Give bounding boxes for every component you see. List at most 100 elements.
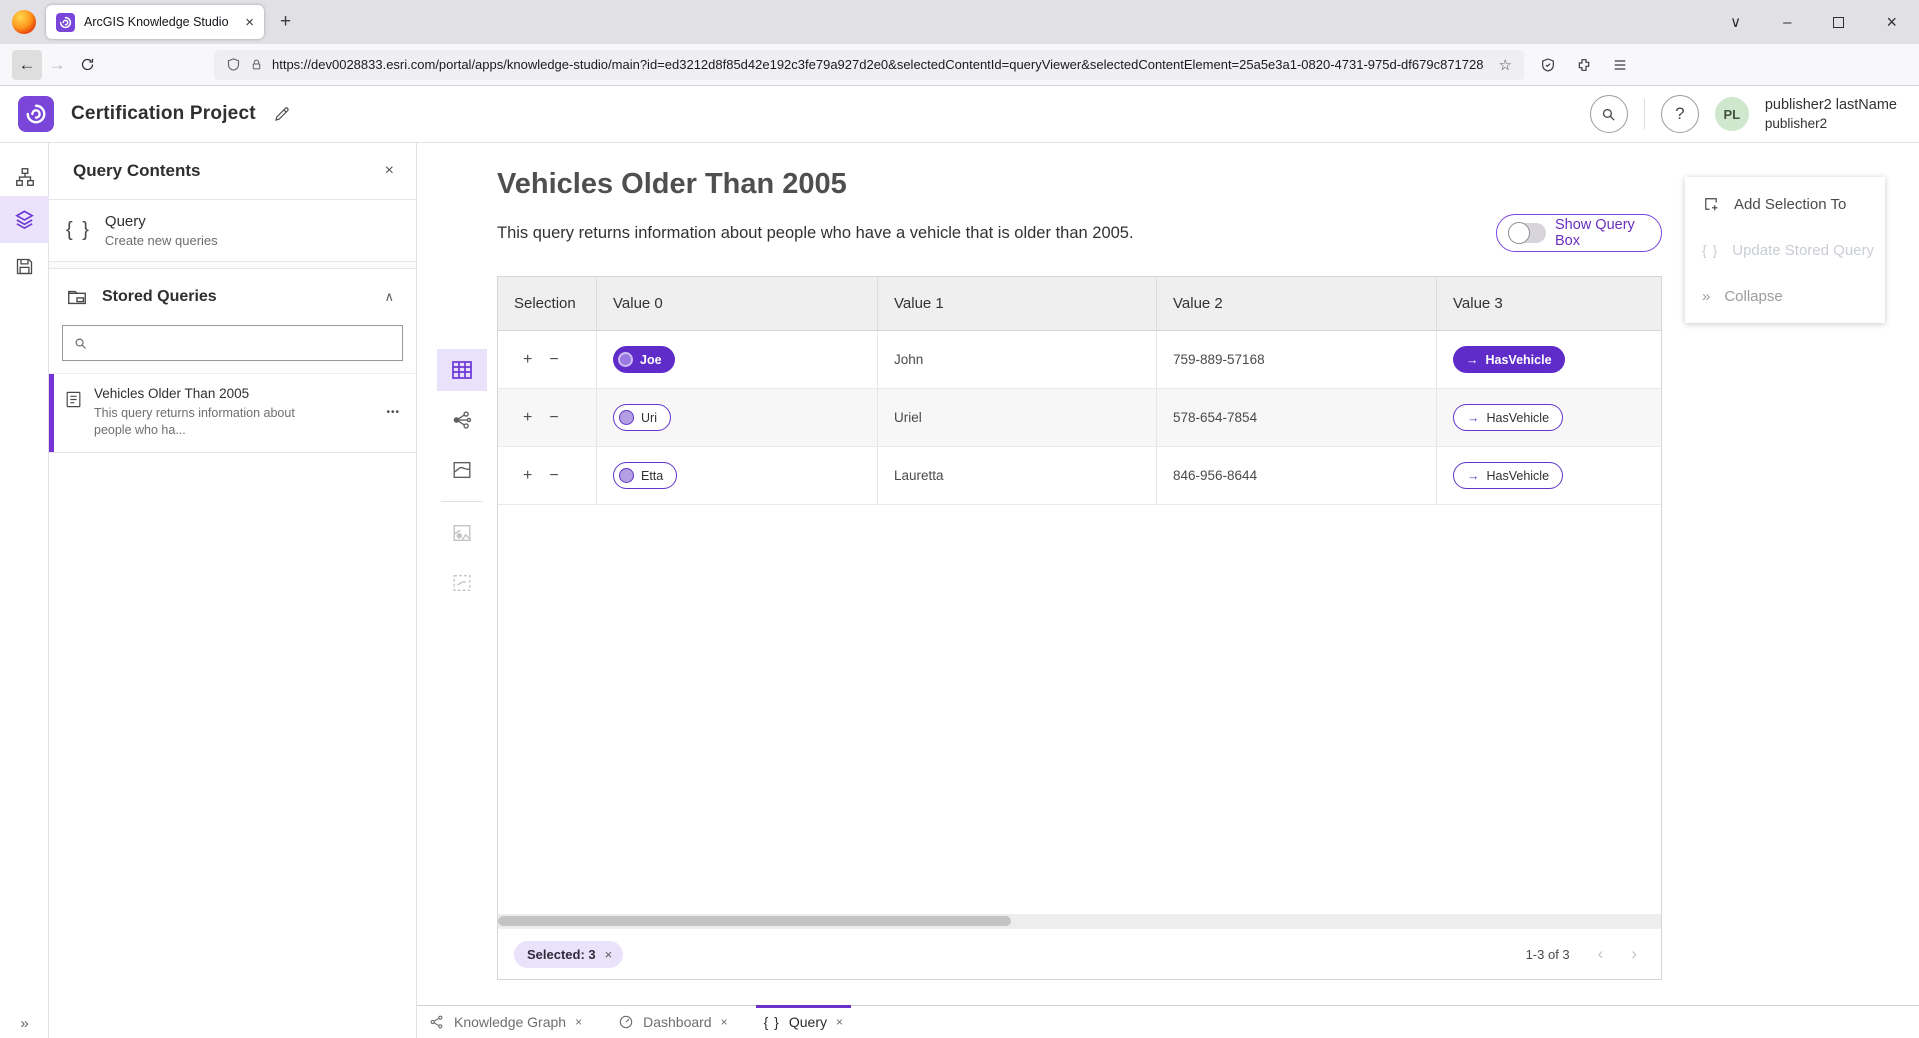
tab-close-icon[interactable]: × — [245, 14, 254, 31]
help-button[interactable]: ? — [1661, 95, 1699, 133]
next-page-icon[interactable]: › — [1631, 944, 1637, 964]
bookmark-star-icon[interactable]: ☆ — [1499, 56, 1512, 74]
user-name[interactable]: publisher2 lastName publisher2 — [1765, 96, 1897, 132]
column-header-value0[interactable]: Value 0 — [597, 277, 878, 330]
tab-dashboard[interactable]: Dashboard × — [618, 1006, 728, 1038]
column-header-value1[interactable]: Value 1 — [878, 277, 1157, 330]
tab-query[interactable]: { } Query × — [764, 1006, 843, 1038]
column-header-selection[interactable]: Selection — [498, 277, 597, 330]
list-tabs-icon[interactable]: ∨ — [1730, 13, 1741, 31]
page-description: This query returns information about peo… — [497, 224, 1134, 243]
select-area-button[interactable] — [437, 562, 487, 604]
relationship-pill[interactable]: →HasVehicle — [1453, 462, 1563, 489]
window-maximize-button[interactable] — [1833, 17, 1844, 28]
arcgis-favicon-icon — [56, 13, 75, 32]
column-header-value2[interactable]: Value 2 — [1157, 277, 1437, 330]
link-chart-button[interactable] — [437, 399, 487, 441]
cell-value2: 846-956-8644 — [1157, 447, 1437, 504]
column-header-value3[interactable]: Value 3 — [1437, 277, 1662, 330]
firefox-logo-icon[interactable] — [12, 10, 36, 34]
extensions-puzzle-icon[interactable] — [1576, 57, 1592, 73]
prev-page-icon[interactable]: ‹ — [1598, 944, 1604, 964]
add-to-selection-icon[interactable]: + — [523, 467, 532, 485]
expand-rail-icon[interactable]: » — [0, 1015, 49, 1032]
stored-queries-header[interactable]: Stored Queries ∧ — [49, 269, 416, 317]
query-create-item[interactable]: { } Query Create new queries — [49, 200, 416, 261]
item-options-icon[interactable]: ••• — [386, 407, 400, 418]
close-tab-icon[interactable]: × — [836, 1015, 843, 1029]
sidebar-item-save[interactable] — [0, 243, 49, 290]
stored-query-item[interactable]: Vehicles Older Than 2005 This query retu… — [49, 373, 416, 453]
entity-pill[interactable]: Uri — [613, 404, 671, 431]
remove-from-selection-icon[interactable]: − — [549, 409, 558, 427]
close-tab-icon[interactable]: × — [721, 1015, 728, 1029]
url-text: https://dev0028833.esri.com/portal/apps/… — [272, 57, 1490, 72]
arrow-right-icon: → — [1466, 353, 1479, 367]
stored-queries-search-input[interactable] — [62, 325, 403, 361]
arrow-right-icon: → — [1467, 411, 1480, 425]
toggle-track[interactable] — [1508, 223, 1546, 243]
close-tab-icon[interactable]: × — [575, 1015, 582, 1029]
selected-count-chip[interactable]: Selected: 3 × — [514, 941, 623, 968]
window-close-button[interactable]: × — [1886, 12, 1897, 33]
cell-value2: 578-654-7854 — [1157, 389, 1437, 446]
cell-value1: Uriel — [878, 389, 1157, 446]
menu-item-add-selection-to[interactable]: Add Selection To — [1685, 181, 1885, 227]
menu-item-update-stored-query[interactable]: { } Update Stored Query — [1685, 227, 1885, 273]
new-tab-button[interactable]: + — [280, 11, 291, 33]
query-item-subtitle: Create new queries — [105, 233, 218, 248]
user-name-line1: publisher2 lastName — [1765, 96, 1897, 115]
window-minimize-button[interactable]: – — [1783, 14, 1791, 31]
document-icon — [64, 390, 83, 409]
double-chevron-icon: » — [1702, 288, 1710, 305]
search-button[interactable] — [1590, 95, 1628, 133]
content-tabbar: Knowledge Graph × Dashboard × { } Query … — [417, 1005, 1919, 1038]
dashboard-gauge-icon — [618, 1014, 634, 1030]
shield-icon — [226, 57, 241, 72]
table-view-button[interactable] — [437, 349, 487, 391]
reload-button[interactable] — [72, 50, 102, 80]
link-chart-icon — [451, 409, 473, 431]
back-button[interactable]: ← — [12, 50, 42, 80]
table-row[interactable]: + − Uri Uriel 578-654-7854 →HasVehicle — [498, 389, 1661, 447]
privacy-shield-icon[interactable] — [1540, 57, 1556, 73]
sidebar-item-data-model[interactable] — [0, 153, 49, 200]
layers-icon — [13, 208, 36, 231]
add-to-selection-icon[interactable]: + — [523, 351, 532, 369]
braces-icon: { } — [764, 1014, 780, 1030]
query-item-title: Query — [105, 213, 218, 230]
query-contents-panel: Query Contents × { } Query Create new qu… — [49, 143, 417, 1038]
toggle-label: Show Query Box — [1555, 217, 1647, 249]
horizontal-scrollbar[interactable] — [498, 914, 1661, 928]
map-overview-button[interactable] — [437, 512, 487, 554]
scrollbar-thumb[interactable] — [498, 916, 1011, 926]
relationship-pill[interactable]: →HasVehicle — [1453, 404, 1563, 431]
clear-selection-icon[interactable]: × — [605, 947, 613, 962]
menu-item-collapse[interactable]: » Collapse — [1685, 273, 1885, 319]
add-to-selection-icon[interactable]: + — [523, 409, 532, 427]
remove-from-selection-icon[interactable]: − — [549, 467, 558, 485]
collapse-section-icon[interactable]: ∧ — [384, 289, 394, 305]
stored-query-title: Vehicles Older Than 2005 — [94, 386, 295, 401]
view-toolbar — [437, 349, 487, 604]
map-view-button[interactable] — [437, 449, 487, 491]
entity-pill[interactable]: Etta — [613, 462, 677, 489]
relationship-pill[interactable]: →HasVehicle — [1453, 346, 1565, 373]
remove-from-selection-icon[interactable]: − — [549, 351, 558, 369]
table-row[interactable]: + − Joe John 759-889-57168 →HasVehicle — [498, 331, 1661, 389]
panel-close-icon[interactable]: × — [385, 162, 394, 180]
forward-button[interactable]: → — [42, 50, 72, 80]
left-icon-rail: » — [0, 143, 49, 1038]
show-query-box-toggle[interactable]: Show Query Box — [1496, 214, 1662, 252]
edit-title-icon[interactable] — [273, 105, 291, 123]
tab-knowledge-graph[interactable]: Knowledge Graph × — [429, 1006, 582, 1038]
browser-tab[interactable]: ArcGIS Knowledge Studio × — [46, 5, 264, 39]
select-area-icon — [451, 572, 473, 594]
toolbar-divider — [441, 501, 483, 502]
sidebar-item-contents[interactable] — [0, 196, 49, 243]
table-row[interactable]: + − Etta Lauretta 846-956-8644 →HasVehic… — [498, 447, 1661, 505]
menu-hamburger-icon[interactable] — [1612, 57, 1628, 73]
user-avatar[interactable]: PL — [1715, 97, 1749, 131]
entity-pill[interactable]: Joe — [613, 346, 675, 373]
url-field[interactable]: https://dev0028833.esri.com/portal/apps/… — [214, 50, 1524, 80]
